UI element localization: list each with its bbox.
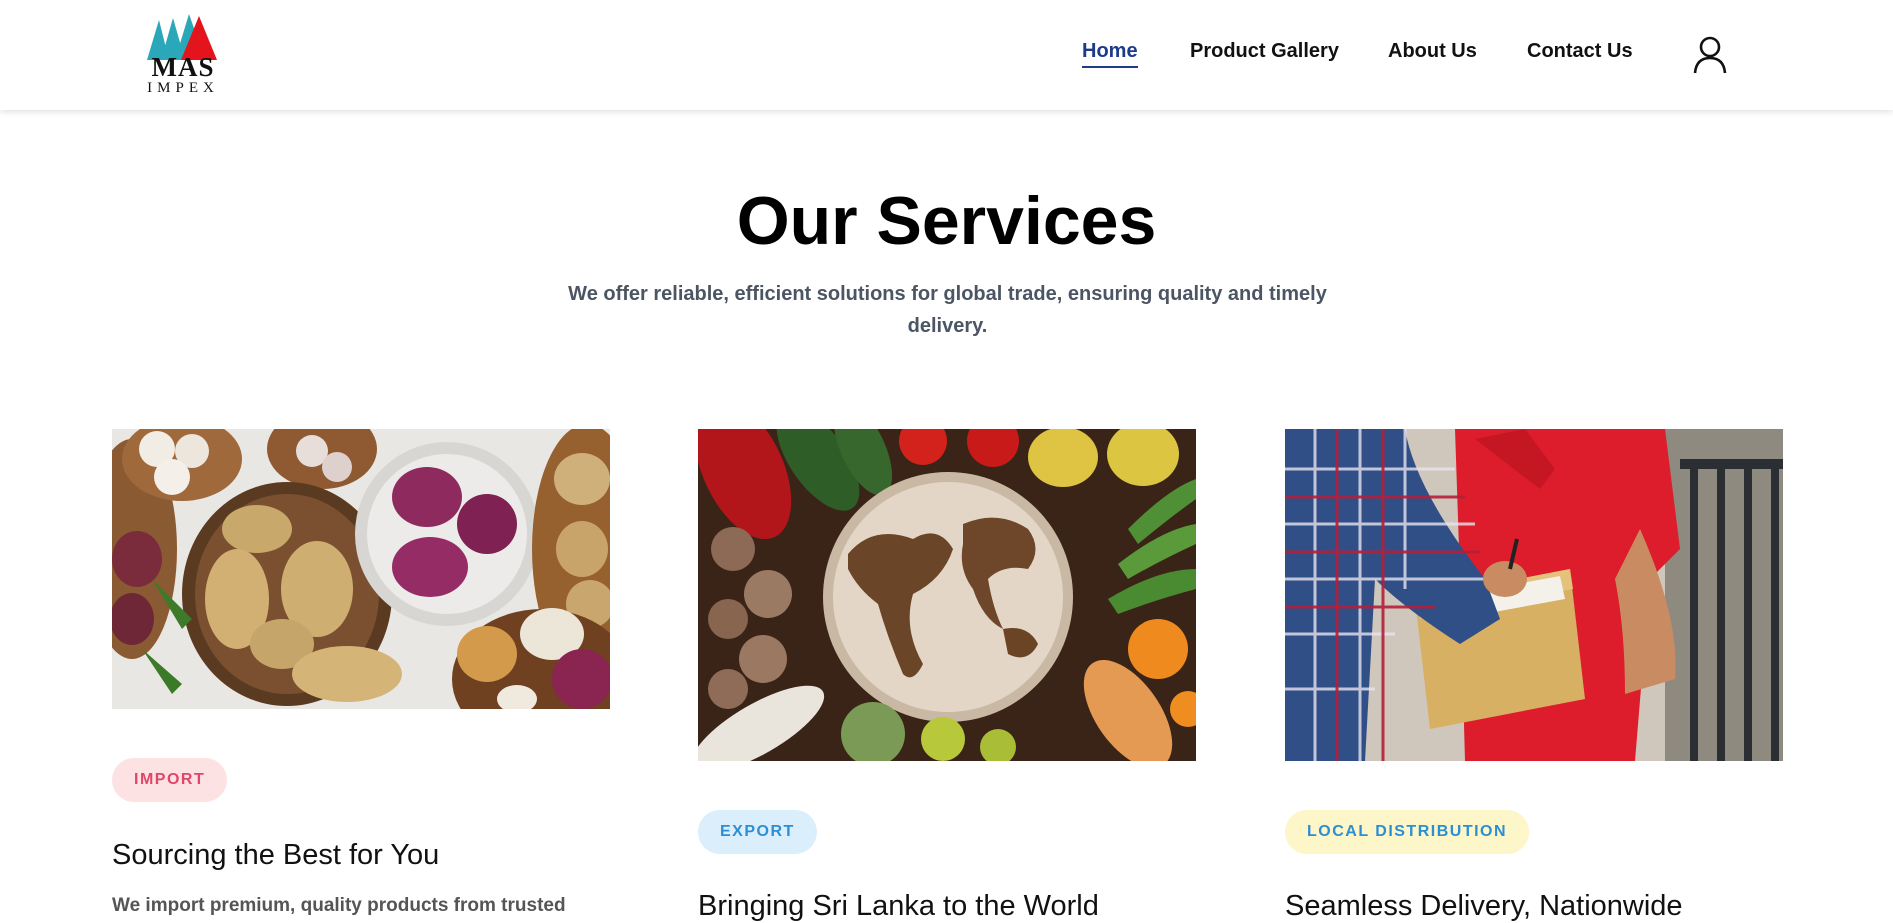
brand-logo[interactable]: MAS IMPEX bbox=[145, 14, 225, 96]
user-icon[interactable] bbox=[1693, 36, 1727, 74]
service-badge-import[interactable]: IMPORT bbox=[112, 758, 228, 802]
service-title: Seamless Delivery, Nationwide bbox=[1285, 890, 1683, 922]
page-subtitle: We offer reliable, efficient solutions f… bbox=[568, 283, 1327, 337]
nav-home[interactable]: Home bbox=[1082, 40, 1138, 68]
nav-contact-us[interactable]: Contact Us bbox=[1527, 40, 1633, 63]
service-badge-local-distribution[interactable]: LOCAL DISTRIBUTION bbox=[1285, 810, 1530, 854]
world-plate-image bbox=[698, 429, 1196, 761]
brand-subname: IMPEX bbox=[147, 80, 219, 96]
service-title: Sourcing the Best for You bbox=[112, 839, 440, 871]
nav-about-us[interactable]: About Us bbox=[1388, 40, 1477, 63]
vegetables-image bbox=[112, 429, 610, 709]
site-header: MAS IMPEX Home Product Gallery About Us … bbox=[0, 0, 1893, 110]
service-description: We import premium, quality products from… bbox=[112, 895, 566, 916]
service-badge-export[interactable]: EXPORT bbox=[698, 810, 817, 854]
service-title: Bringing Sri Lanka to the World bbox=[698, 890, 1099, 922]
page-title: Our Services bbox=[736, 183, 1157, 259]
brand-name: MAS bbox=[151, 52, 215, 82]
delivery-image bbox=[1285, 429, 1783, 761]
nav-product-gallery[interactable]: Product Gallery bbox=[1190, 40, 1339, 63]
